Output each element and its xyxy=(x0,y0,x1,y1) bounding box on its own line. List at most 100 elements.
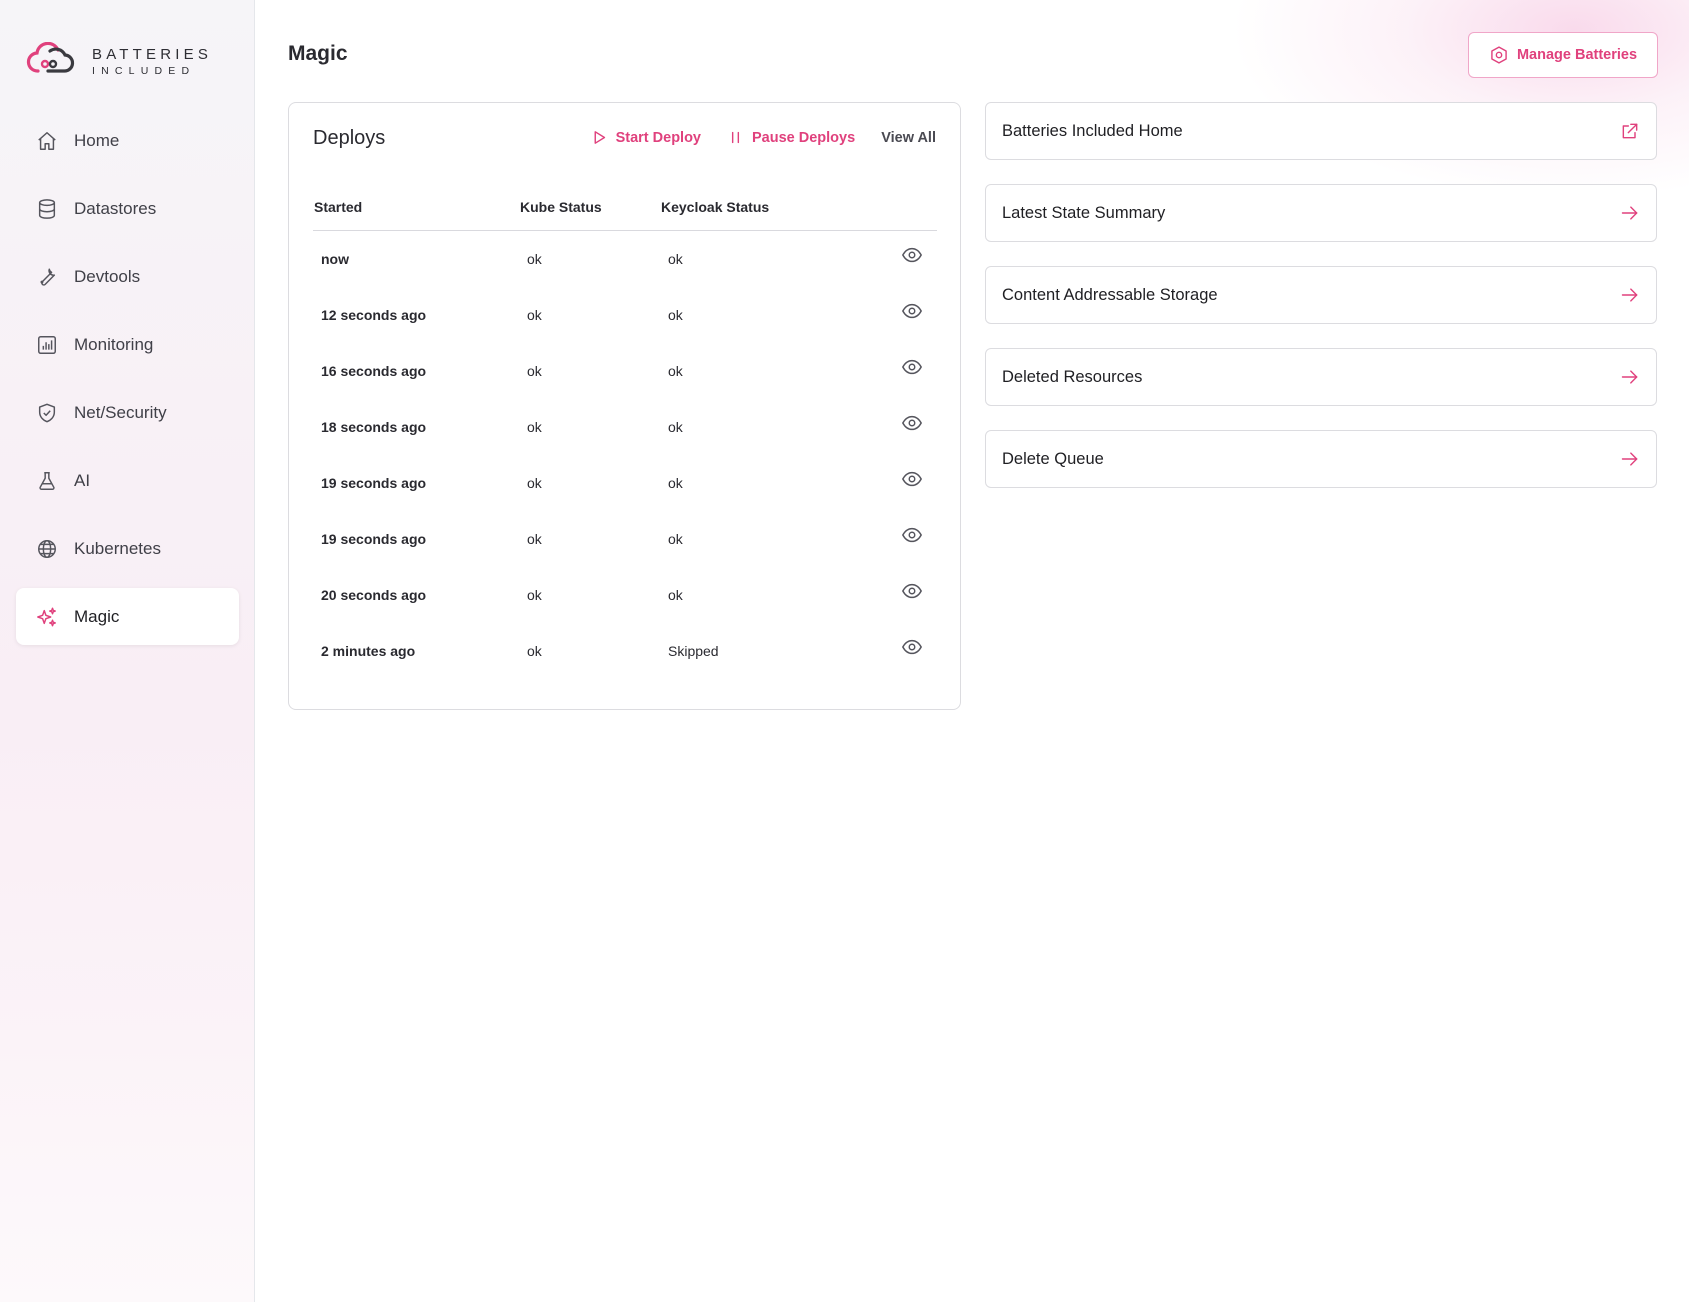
manage-batteries-label: Manage Batteries xyxy=(1516,47,1638,63)
flask-icon xyxy=(36,470,58,492)
deploys-panel: Deploys Start Deploy Pause Deploys View … xyxy=(288,102,961,710)
kube-status-cell: ok xyxy=(527,419,542,435)
sidebar-item-devtools[interactable]: Devtools xyxy=(16,248,239,305)
home-icon xyxy=(36,130,58,152)
keycloak-status-cell: ok xyxy=(668,419,683,435)
eye-icon[interactable] xyxy=(901,300,923,325)
kube-status-cell: ok xyxy=(527,363,542,379)
sidebar: BATTERIES INCLUDED Home Datastores Devto… xyxy=(0,0,255,1302)
started-cell: 18 seconds ago xyxy=(321,419,427,435)
kube-status-cell: ok xyxy=(527,251,542,267)
arrow-right-icon xyxy=(1620,367,1640,387)
sidebar-item-label: Kubernetes xyxy=(74,538,161,558)
table-row[interactable]: 19 seconds ago ok ok xyxy=(313,455,937,511)
started-cell: 19 seconds ago xyxy=(321,531,427,547)
sidebar-item-datastores[interactable]: Datastores xyxy=(16,180,239,237)
started-cell: 16 seconds ago xyxy=(321,363,427,379)
cloud-logo-icon xyxy=(26,41,76,81)
sidebar-item-kubernetes[interactable]: Kubernetes xyxy=(16,520,239,577)
started-cell: 20 seconds ago xyxy=(321,587,427,603)
page-title: Magic xyxy=(288,42,348,65)
sidebar-item-label: Devtools xyxy=(74,266,141,286)
arrow-right-icon xyxy=(1620,285,1640,305)
sidebar-item-monitoring[interactable]: Monitoring xyxy=(16,316,239,373)
sidebar-item-label: Magic xyxy=(74,606,120,626)
table-row[interactable]: now ok ok xyxy=(313,231,937,287)
link-latest-state-summary[interactable]: Latest State Summary xyxy=(985,184,1657,242)
sidebar-item-label: Datastores xyxy=(74,198,157,218)
eye-icon[interactable] xyxy=(901,524,923,549)
eye-icon[interactable] xyxy=(901,636,923,661)
started-cell: 12 seconds ago xyxy=(321,307,427,323)
database-icon xyxy=(36,198,58,220)
link-label: Delete Queue xyxy=(1002,449,1104,468)
deploys-actions: Start Deploy Pause Deploys View All xyxy=(591,129,936,146)
sidebar-nav: Home Datastores Devtools Monitoring Net/… xyxy=(16,112,239,656)
kube-status-cell: ok xyxy=(527,307,542,323)
pause-icon xyxy=(727,129,744,146)
sidebar-item-net-security[interactable]: Net/Security xyxy=(16,384,239,441)
eye-icon[interactable] xyxy=(901,244,923,269)
sidebar-item-label: AI xyxy=(74,470,91,490)
eye-icon[interactable] xyxy=(901,356,923,381)
shield-check-icon xyxy=(36,402,58,424)
sidebar-item-home[interactable]: Home xyxy=(16,112,239,169)
arrow-right-icon xyxy=(1620,449,1640,469)
quick-links: Batteries Included Home Latest State Sum… xyxy=(985,102,1657,512)
deploys-table: Started Kube Status Keycloak Status now … xyxy=(313,183,937,679)
table-header: Started Kube Status Keycloak Status xyxy=(313,183,937,231)
column-header-kube-status: Kube Status xyxy=(520,198,602,215)
start-deploy-label: Start Deploy xyxy=(615,129,702,146)
table-row[interactable]: 19 seconds ago ok ok xyxy=(313,511,937,567)
sidebar-item-magic[interactable]: Magic xyxy=(16,588,239,645)
link-label: Content Addressable Storage xyxy=(1002,285,1218,304)
sidebar-item-label: Monitoring xyxy=(74,334,154,354)
external-link-icon xyxy=(1620,121,1640,141)
arrow-right-icon xyxy=(1620,203,1640,223)
table-row[interactable]: 18 seconds ago ok ok xyxy=(313,399,937,455)
keycloak-status-cell: ok xyxy=(668,363,683,379)
sidebar-item-label: Net/Security xyxy=(74,402,167,422)
link-label: Batteries Included Home xyxy=(1002,121,1183,140)
play-icon xyxy=(591,129,608,146)
kube-status-cell: ok xyxy=(527,475,542,491)
table-row[interactable]: 20 seconds ago ok ok xyxy=(313,567,937,623)
globe-icon xyxy=(36,538,58,560)
link-delete-queue[interactable]: Delete Queue xyxy=(985,430,1657,488)
keycloak-status-cell: ok xyxy=(668,475,683,491)
link-batteries-included-home[interactable]: Batteries Included Home xyxy=(985,102,1657,160)
keycloak-status-cell: ok xyxy=(668,531,683,547)
column-header-started: Started xyxy=(314,198,363,215)
keycloak-status-cell: Skipped xyxy=(668,643,719,659)
deploys-title: Deploys xyxy=(313,127,386,149)
started-cell: 2 minutes ago xyxy=(321,643,416,659)
brand-name: BATTERIES xyxy=(92,45,213,63)
hexagon-gear-icon xyxy=(1489,45,1509,65)
start-deploy-button[interactable]: Start Deploy xyxy=(591,129,701,146)
eye-icon[interactable] xyxy=(901,412,923,437)
kube-status-cell: ok xyxy=(527,531,542,547)
chart-icon xyxy=(36,334,58,356)
table-row[interactable]: 16 seconds ago ok ok xyxy=(313,343,937,399)
keycloak-status-cell: ok xyxy=(668,587,683,603)
kube-status-cell: ok xyxy=(527,643,542,659)
kube-status-cell: ok xyxy=(527,587,542,603)
eye-icon[interactable] xyxy=(901,468,923,493)
pause-deploys-button[interactable]: Pause Deploys xyxy=(727,129,855,146)
link-content-addressable-storage[interactable]: Content Addressable Storage xyxy=(985,266,1657,324)
table-row[interactable]: 2 minutes ago ok Skipped xyxy=(313,623,937,679)
link-deleted-resources[interactable]: Deleted Resources xyxy=(985,348,1657,406)
manage-batteries-button[interactable]: Manage Batteries xyxy=(1468,32,1658,78)
eye-icon[interactable] xyxy=(901,580,923,605)
brand-subtitle: INCLUDED xyxy=(92,64,196,77)
started-cell: now xyxy=(321,251,349,267)
view-all-link[interactable]: View All xyxy=(881,130,936,146)
table-row[interactable]: 12 seconds ago ok ok xyxy=(313,287,937,343)
link-label: Latest State Summary xyxy=(1002,203,1166,222)
column-header-keycloak-status: Keycloak Status xyxy=(661,198,770,215)
brand-logo[interactable]: BATTERIES INCLUDED xyxy=(26,41,213,81)
sidebar-item-ai[interactable]: AI xyxy=(16,452,239,509)
started-cell: 19 seconds ago xyxy=(321,475,427,491)
sidebar-item-label: Home xyxy=(74,130,120,150)
view-all-label: View All xyxy=(881,129,936,146)
